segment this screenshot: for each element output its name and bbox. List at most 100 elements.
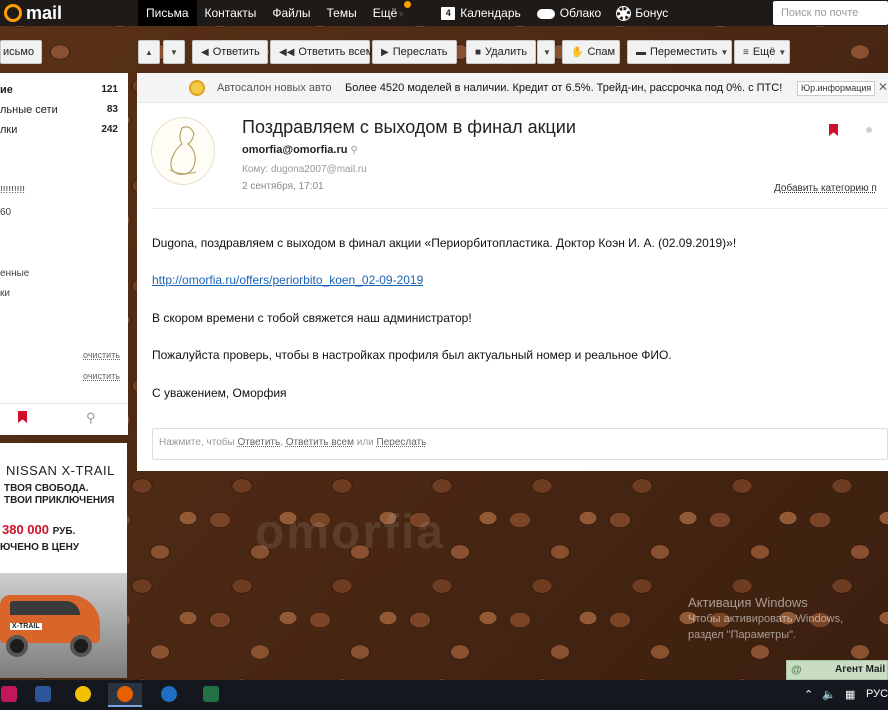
reply-all-icon: ◀◀ [279, 47, 295, 58]
quick-reply-box[interactable]: Нажмите, чтобы Ответить, Ответить всем и… [152, 428, 888, 460]
message-toolbar: исьмо ▲ ▼ ◀ Ответить ◀◀ Ответить всем ▶ Пер… [0, 40, 888, 66]
move-label: Переместить [650, 46, 718, 58]
tray-expand-icon[interactable]: ⌃ [804, 688, 813, 701]
silhouette-icon [169, 126, 197, 175]
quick-reply-link[interactable]: Ответить [237, 437, 280, 448]
taskbar-app-firefox[interactable] [108, 683, 142, 707]
sender-avatar [151, 117, 215, 185]
sender-address[interactable]: omorfia@omorfia.ru ⚲ [242, 144, 358, 156]
quick-reply-sep: , [280, 437, 283, 448]
nav-calendar[interactable]: 4 Календарь [433, 0, 529, 26]
mail-agent-button[interactable]: @ Агент Mail [786, 660, 888, 680]
nav-bonus-label: Бонус [635, 6, 669, 20]
flag-filter-icon[interactable] [18, 411, 27, 423]
clean-spam-link[interactable]: очистить [83, 350, 120, 360]
chevron-up-icon: ▲ [145, 48, 153, 57]
close-icon[interactable]: ✕ [878, 80, 888, 94]
search-icon[interactable]: ⚲ [350, 145, 357, 156]
nav-letters[interactable]: Письма [138, 0, 197, 26]
car-window [10, 601, 80, 615]
keyboard-icon[interactable]: ▦ [845, 688, 855, 701]
folder-item-newsletters[interactable]: лки 242 [0, 121, 128, 139]
taskbar-app-excel[interactable] [194, 683, 228, 707]
app-icon [1, 686, 17, 702]
spam-button[interactable]: ✋ Спам [562, 40, 620, 64]
legal-info-badge[interactable]: Юр.информация [797, 81, 876, 96]
promo-logo-icon [189, 80, 205, 96]
forward-button[interactable]: ▶ Переслать [372, 40, 457, 64]
folder-label: лки [0, 124, 18, 136]
taskbar-app-partial[interactable] [0, 683, 26, 707]
folder-icon: ▬ [636, 47, 646, 58]
taskbar-app-thunderbird[interactable] [152, 683, 186, 707]
chevron-down-icon: ▼ [778, 48, 787, 57]
language-indicator[interactable]: РУС [866, 688, 888, 700]
logo-text: mail [26, 2, 63, 23]
quick-reply-prefix: Нажмите, чтобы [159, 437, 235, 448]
folder-item-partial[interactable]: енные [0, 268, 29, 279]
folder-item-inbox[interactable]: ие 121 [0, 81, 128, 99]
quick-forward-link[interactable]: Переслать [377, 437, 427, 448]
more-actions-button[interactable]: ≡ Ещё ▼ [734, 40, 790, 64]
firefox-icon [117, 686, 133, 702]
folder-item-partial[interactable]: !!!!!!!!! [0, 185, 25, 196]
folder-count: 121 [101, 84, 118, 95]
reply-button[interactable]: ◀ Ответить [192, 40, 268, 64]
folder-item-partial[interactable]: 60 [0, 207, 11, 218]
nav-more[interactable]: Ещё ▼ [365, 0, 413, 26]
prev-message-button[interactable]: ▲ [138, 40, 160, 64]
reply-all-button[interactable]: ◀◀ Ответить всем [270, 40, 373, 64]
read-status-dot[interactable] [866, 127, 872, 133]
compose-button[interactable]: исьмо [0, 40, 42, 64]
search-input[interactable]: Поиск по почте [773, 1, 888, 25]
reply-label: Ответить [212, 46, 260, 58]
quick-reply-all-link[interactable]: Ответить всем [286, 437, 354, 448]
recipient-email[interactable]: dugona2007@mail.ru [271, 164, 367, 175]
message-date: 2 сентября, 17:01 [242, 181, 324, 192]
delete-menu-button[interactable]: ▼ [537, 40, 555, 64]
body-link[interactable]: http://omorfia.ru/offers/periorbito_koen… [152, 273, 423, 287]
spam-label: Спам [587, 46, 616, 58]
divider [152, 208, 888, 209]
cloud-icon [536, 8, 555, 19]
taskbar-app-word[interactable] [26, 683, 60, 707]
nav-cloud[interactable]: Облако [529, 0, 609, 26]
promo-bar[interactable]: Автосалон новых авто Более 4520 моделей … [137, 73, 888, 103]
car-image: X-TRAIL [0, 573, 127, 678]
taskbar-app-onec[interactable] [66, 683, 100, 707]
more-actions-label: Ещё [752, 46, 776, 58]
nav-cloud-label: Облако [559, 6, 602, 20]
reply-icon: ◀ [201, 47, 209, 58]
activation-subtitle: Чтобы активировать Windows, [688, 613, 844, 625]
folder-item-social[interactable]: льные сети 83 [0, 101, 128, 119]
volume-icon[interactable]: 🔈 [822, 688, 836, 701]
folder-item-partial[interactable]: ки [0, 288, 10, 299]
chevron-down-icon: ▼ [170, 48, 178, 57]
top-bar: mail Письма Контакты Файлы Темы Ещё ▼ 4К… [0, 0, 888, 26]
chevron-down-icon: ▼ [720, 48, 729, 57]
nav-bonus[interactable]: Бонус [609, 0, 676, 26]
flag-icon[interactable] [829, 124, 838, 136]
mail-logo[interactable]: mail [0, 0, 138, 26]
clean-trash-link[interactable]: очистить [83, 371, 120, 381]
attachment-filter-icon[interactable]: ⚲ [86, 410, 96, 426]
folder-label: льные сети [0, 104, 58, 116]
nav-files[interactable]: Файлы [264, 0, 318, 26]
agent-label: Агент Mail [835, 664, 886, 675]
quick-reply-or: или [356, 437, 374, 448]
recipient-row: Кому: dugona2007@mail.ru [242, 164, 367, 175]
ad-title: NISSAN X-TRAIL [6, 463, 115, 478]
folder-count: 242 [101, 124, 118, 135]
delete-button[interactable]: ■ Удалить [466, 40, 536, 64]
onec-icon [75, 686, 91, 702]
next-message-button[interactable]: ▼ [163, 40, 185, 64]
nissan-ad-banner[interactable]: NISSAN X-TRAIL ТВОЯ СВОБОДА. ТВОИ ПРИКЛЮ… [0, 443, 127, 678]
car-plate: X-TRAIL [10, 623, 42, 630]
nav-contacts[interactable]: Контакты [197, 0, 265, 26]
move-button[interactable]: ▬ Переместить ▼ [627, 40, 732, 64]
thumbs-down-icon: ✋ [571, 47, 584, 58]
activation-title: Активация Windows [688, 595, 808, 610]
body-paragraph: В скором времени с тобой свяжется наш ад… [152, 311, 472, 325]
add-category-link[interactable]: Добавить категорию п [774, 183, 877, 194]
nav-themes[interactable]: Темы [319, 0, 365, 26]
